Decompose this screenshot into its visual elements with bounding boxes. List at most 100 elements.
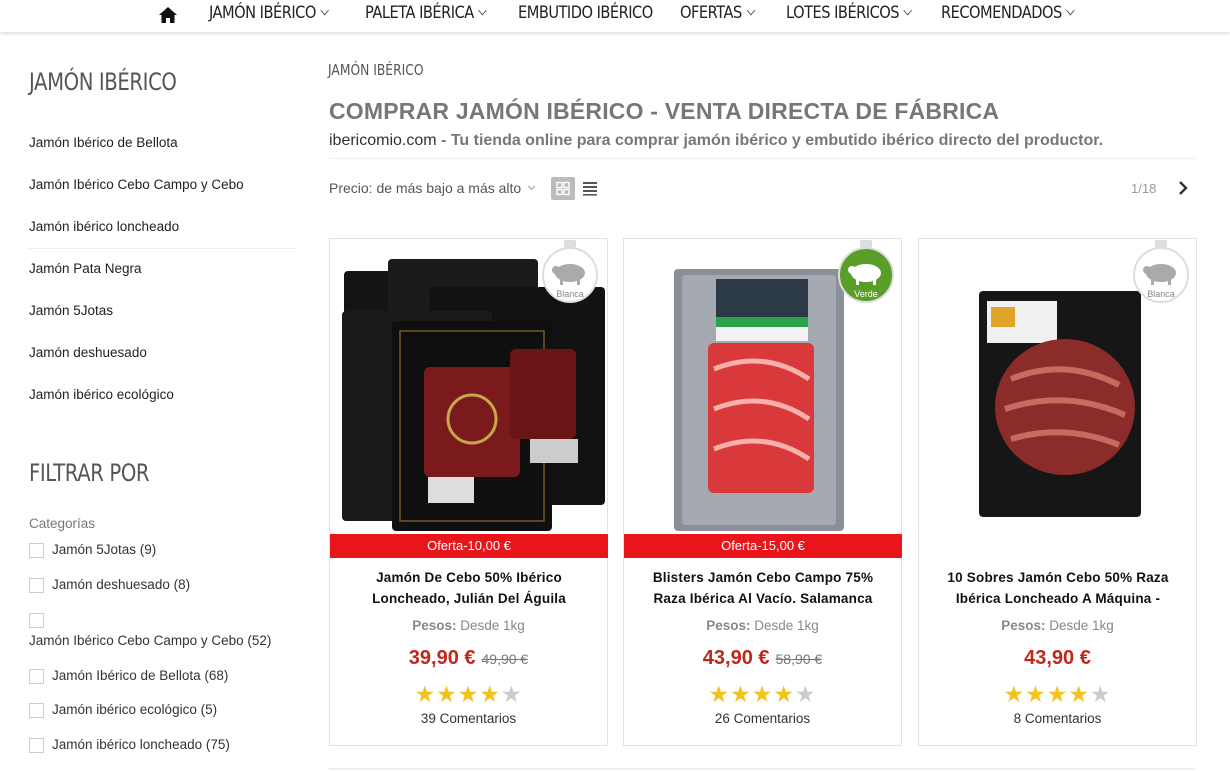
breadcrumb[interactable]: JAMÓN IBÉRICO: [328, 61, 424, 79]
star-icon: ★: [773, 681, 795, 707]
divider: [329, 158, 1195, 159]
nav-embutido-iberico[interactable]: EMBUTIDO IBÉRICO: [518, 3, 653, 23]
site-name: ibericomio.com: [329, 132, 437, 149]
star-icon: ★: [1046, 681, 1069, 707]
rating-stars: ★★★★★: [919, 681, 1196, 708]
comments-count[interactable]: 39 Comentarios: [330, 711, 607, 726]
star-empty-icon: ★: [500, 681, 523, 707]
home-icon[interactable]: [158, 5, 178, 25]
filter-label-deshuesado[interactable]: Jamón deshuesado (8): [52, 577, 190, 592]
filter-checkbox-5jotas[interactable]: [29, 543, 44, 558]
filter-checkbox-loncheado[interactable]: [29, 738, 44, 753]
sidebar-link-ecologico[interactable]: Jamón ibérico ecológico: [29, 387, 174, 402]
filter-label-bellota[interactable]: Jamón Ibérico de Bellota (68): [52, 668, 228, 683]
categories-label: Categorías: [29, 516, 96, 531]
weight-info: Pesos: Desde 1kg: [919, 618, 1196, 633]
star-icon: ★: [457, 681, 480, 707]
star-icon: ★: [751, 681, 774, 707]
filter-checkbox-ecologico[interactable]: [29, 703, 44, 718]
chevron-down-icon: [478, 5, 488, 16]
chevron-down-icon: [1066, 5, 1076, 16]
offer-banner: Oferta-10,00 €: [330, 534, 608, 558]
product-name[interactable]: 10 Sobres Jamón Cebo 50% Raza Ibérica Lo…: [937, 567, 1179, 609]
next-page-icon[interactable]: [1176, 180, 1190, 196]
sidebar-link-5jotas[interactable]: Jamón 5Jotas: [29, 303, 113, 318]
chevron-down-icon: [320, 5, 330, 16]
star-icon: ★: [730, 681, 752, 707]
price-line: 43,90 €: [919, 647, 1196, 670]
old-price: 58,90 €: [775, 651, 823, 667]
sidebar-link-deshuesado[interactable]: Jamón deshuesado: [29, 345, 147, 360]
filter-label-loncheado[interactable]: Jamón ibérico loncheado (75): [52, 737, 230, 752]
chevron-down-icon: [528, 182, 536, 191]
price: 39,90 €: [408, 647, 476, 669]
badge-label: Verde: [854, 289, 878, 299]
nav-ofertas[interactable]: OFERTAS: [680, 3, 756, 23]
rating-stars: ★★★★★: [330, 681, 607, 708]
star-icon: ★: [1003, 681, 1026, 707]
weight-value: Desde 1kg: [754, 618, 819, 633]
page-title: COMPRAR JAMÓN IBÉRICO - VENTA DIRECTA DE…: [329, 98, 1000, 124]
weight-label: Pesos:: [1001, 618, 1046, 633]
star-icon: ★: [436, 681, 458, 707]
badge-label: Blanca: [1147, 289, 1175, 299]
filter-checkbox-cebo-campo[interactable]: [29, 613, 44, 628]
comments-count[interactable]: 8 Comentarios: [919, 711, 1196, 726]
top-navigation: JAMÓN IBÉRICO PALETA IBÉRICA EMBUTIDO IB…: [0, 0, 1230, 32]
weight-label: Pesos:: [706, 618, 751, 633]
price-line: 43,90 € 58,90 €: [624, 647, 901, 670]
offer-banner: Oferta-15,00 €: [624, 534, 902, 558]
weight-info: Pesos: Desde 1kg: [330, 618, 607, 633]
weight-label: Pesos:: [412, 618, 457, 633]
list-view-icon[interactable]: [582, 180, 598, 196]
sidebar-link-loncheado[interactable]: Jamón ibérico loncheado: [29, 219, 179, 234]
grid-icon: [556, 181, 570, 196]
product-card[interactable]: Blanca Oferta-10,00 € Jamón De Cebo 50% …: [329, 238, 608, 746]
chevron-down-icon: [903, 5, 913, 16]
old-price: 49,90 €: [481, 651, 529, 667]
weight-value: Desde 1kg: [1049, 618, 1114, 633]
page-subtitle: ibericomio.com - Tu tienda online para c…: [329, 132, 1103, 150]
sidebar-link-cebo-campo[interactable]: Jamón Ibérico Cebo Campo y Cebo: [29, 177, 244, 192]
nav-paleta-iberica[interactable]: PALETA IBÉRICA: [365, 3, 488, 23]
nav-jamon-iberico[interactable]: JAMÓN IBÉRICO: [209, 3, 330, 23]
filter-title: FILTRAR POR: [29, 459, 150, 487]
sidebar-title: JAMÓN IBÉRICO: [29, 68, 177, 96]
chevron-down-icon: [746, 5, 756, 16]
grid-view-button[interactable]: [551, 177, 575, 200]
nav-lotes-ibericos[interactable]: LOTES IBÉRICOS: [786, 3, 913, 23]
star-icon: ★: [1068, 681, 1090, 707]
divider: [329, 768, 1195, 770]
weight-value: Desde 1kg: [460, 618, 525, 633]
product-name[interactable]: Blisters Jamón Cebo Campo 75% Raza Ibéri…: [642, 567, 884, 609]
badge-label: Blanca: [556, 289, 584, 299]
page-indicator: 1/18: [1131, 181, 1157, 196]
star-icon: ★: [708, 681, 731, 707]
product-name[interactable]: Jamón De Cebo 50% Ibérico Loncheado, Jul…: [348, 567, 590, 609]
filter-label-5jotas[interactable]: Jamón 5Jotas (9): [52, 542, 156, 557]
star-empty-icon: ★: [1089, 681, 1112, 707]
price: 43,90 €: [702, 647, 770, 669]
star-icon: ★: [1025, 681, 1047, 707]
sidebar-divider: [29, 248, 297, 249]
sidebar-link-bellota[interactable]: Jamón Ibérico de Bellota: [29, 135, 178, 150]
filter-checkbox-deshuesado[interactable]: [29, 578, 44, 593]
price-line: 39,90 € 49,90 €: [330, 647, 607, 670]
star-empty-icon: ★: [794, 681, 817, 707]
sort-select[interactable]: Precio: de más bajo a más alto: [329, 180, 536, 196]
product-card[interactable]: Blanca 10 Sobres Jamón Cebo 50% Raza Ibé…: [918, 238, 1197, 746]
star-icon: ★: [414, 681, 437, 707]
star-icon: ★: [479, 681, 501, 707]
comments-count[interactable]: 26 Comentarios: [624, 711, 901, 726]
sort-label: Precio: de más bajo a más alto: [329, 180, 522, 196]
nav-recomendados[interactable]: RECOMENDADOS: [941, 3, 1076, 23]
subtitle-text: - Tu tienda online para comprar jamón ib…: [436, 132, 1104, 149]
weight-info: Pesos: Desde 1kg: [624, 618, 901, 633]
filter-checkbox-bellota[interactable]: [29, 669, 44, 684]
filter-label-cebo-campo[interactable]: Jamón Ibérico Cebo Campo y Cebo (52): [29, 633, 271, 648]
filter-label-ecologico[interactable]: Jamón ibérico ecológico (5): [52, 702, 217, 717]
price: 43,90 €: [1024, 647, 1091, 669]
product-card[interactable]: Verde Oferta-15,00 € Blisters Jamón Cebo…: [623, 238, 902, 746]
rating-stars: ★★★★★: [624, 681, 901, 708]
sidebar-link-pata-negra[interactable]: Jamón Pata Negra: [29, 261, 142, 276]
